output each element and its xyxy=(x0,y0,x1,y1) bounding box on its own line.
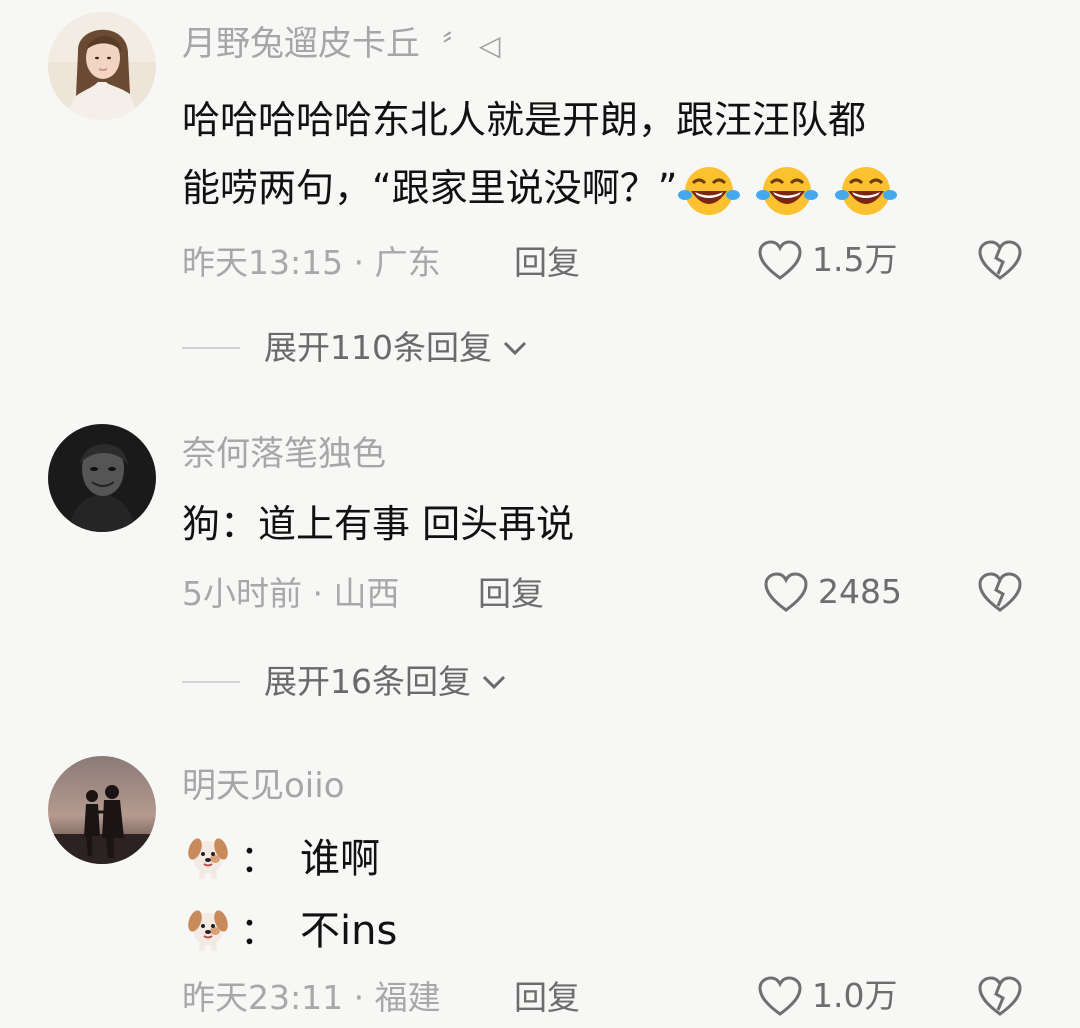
chevron-down-icon xyxy=(482,675,506,690)
like-count: 2485 xyxy=(818,572,902,611)
comment-text-line-2: 能唠两句，“跟家里说没啊？” xyxy=(182,154,900,222)
crying-laughing-emoji xyxy=(756,166,819,215)
avatar-image xyxy=(48,12,156,120)
emoji-group xyxy=(677,154,899,222)
expand-replies-button[interactable]: 展开16条回复 xyxy=(182,662,507,702)
comment-meta: 5小时前 · 山西 xyxy=(182,574,400,613)
comment-meta: 昨天13:15 · 广东 xyxy=(182,243,441,282)
comment-text: 哈哈哈哈哈东北人就是开朗，跟汪汪队都 能唠两句，“跟家里说没啊？” xyxy=(182,86,900,222)
heart-icon[interactable] xyxy=(756,238,804,282)
expand-divider xyxy=(182,347,240,349)
avatar[interactable] xyxy=(48,756,156,864)
broken-heart-icon[interactable] xyxy=(976,974,1024,1018)
reply-button[interactable]: 回复 xyxy=(514,978,580,1018)
comment-text-line-content: 能唠两句，“跟家里说没啊？” xyxy=(182,166,678,210)
dialogue-text: 谁啊 xyxy=(300,836,381,882)
dog-dialogue-line: ： 谁啊 xyxy=(182,826,380,884)
comment-text: 狗：道上有事 回头再说 xyxy=(182,502,575,546)
like-count: 1.5万 xyxy=(812,240,898,279)
dog-emoji xyxy=(188,838,228,879)
broken-heart-icon[interactable] xyxy=(976,238,1024,282)
expand-replies-label[interactable]: 展开110条回复 xyxy=(264,328,492,368)
broken-heart-icon[interactable] xyxy=(976,570,1024,614)
chevron-down-icon xyxy=(503,341,527,356)
avatar-image xyxy=(48,424,156,532)
reply-button[interactable]: 回复 xyxy=(514,243,580,283)
expand-replies-button[interactable]: 展开110条回复 xyxy=(182,328,528,368)
reply-button[interactable]: 回复 xyxy=(478,574,544,614)
comment-username[interactable]: 月野兔遛皮卡丘〞 ◁ xyxy=(182,24,500,66)
like-count: 1.0万 xyxy=(812,976,898,1015)
expand-divider xyxy=(182,681,240,683)
dog-emoji xyxy=(188,910,228,951)
dog-dialogue-line: ： 不ins xyxy=(182,898,397,956)
heart-icon[interactable] xyxy=(762,570,810,614)
expand-replies-label[interactable]: 展开16条回复 xyxy=(264,662,471,702)
dialogue-colon: ： xyxy=(240,836,279,881)
like-button[interactable]: 1.0万 xyxy=(756,974,897,1018)
like-button[interactable]: 1.5万 xyxy=(756,238,897,282)
avatar-image xyxy=(48,756,156,864)
like-button[interactable]: 2485 xyxy=(762,570,902,614)
comment-username[interactable]: 明天见oiio xyxy=(182,766,345,806)
username-text[interactable]: 月野兔遛皮卡丘 xyxy=(182,24,420,64)
heart-icon[interactable] xyxy=(756,974,804,1018)
crying-laughing-emoji xyxy=(678,166,741,215)
comment-text-line: 哈哈哈哈哈东北人就是开朗，跟汪汪队都 xyxy=(182,98,867,142)
avatar[interactable] xyxy=(48,12,156,120)
comment-meta: 昨天23:11 · 福建 xyxy=(182,978,441,1017)
dialogue-colon: ： xyxy=(240,908,279,953)
crying-laughing-emoji xyxy=(834,166,897,215)
avatar[interactable] xyxy=(48,424,156,532)
username-decoration: 〞 ◁ xyxy=(442,29,501,62)
comment-username[interactable]: 奈何落笔独色 xyxy=(182,434,386,474)
dialogue-text: 不ins xyxy=(300,908,398,954)
